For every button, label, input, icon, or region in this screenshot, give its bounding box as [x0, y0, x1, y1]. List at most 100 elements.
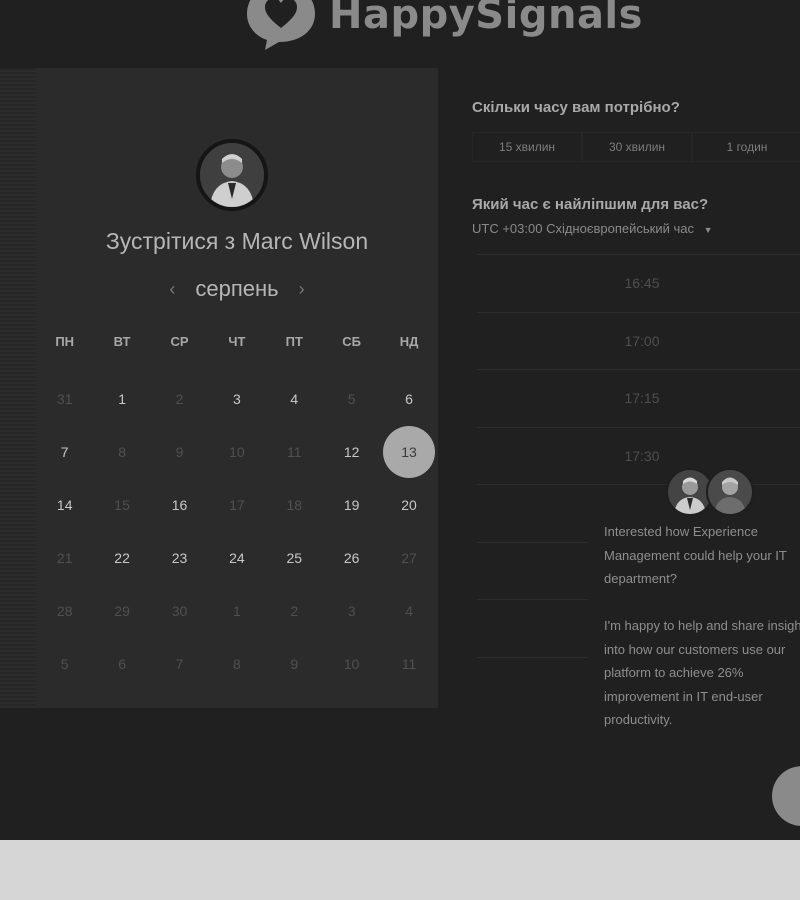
calendar-day: 27 [380, 550, 437, 566]
calendar-day-number: 31 [56, 390, 73, 407]
calendar-day-number: 27 [401, 549, 417, 566]
calendar-day: 1 [208, 603, 265, 619]
calendar-day[interactable]: 7 [36, 444, 93, 460]
weekday-header: ПН ВТ СР ЧТ ПТ СБ НД [36, 334, 438, 349]
weekday-label: ПН [55, 334, 75, 349]
calendar-day-number: 21 [56, 549, 73, 566]
calendar-day-number: 12 [343, 443, 360, 460]
calendar-day-number: 8 [118, 443, 126, 460]
calendar-day: 18 [266, 497, 323, 513]
calendar-day[interactable]: 12 [323, 444, 380, 460]
calendar-day: 9 [151, 444, 208, 460]
calendar-day: 2 [151, 391, 208, 407]
calendar-day: 3 [323, 603, 380, 619]
chat-agents [666, 468, 756, 518]
calendar-week: 31 1 2 3 4 5 6 [36, 372, 438, 425]
calendar-day-number: 2 [290, 602, 299, 619]
calendar-day-number: 6 [118, 655, 126, 672]
calendar-day-selected[interactable]: 13 [380, 425, 437, 478]
time-question: Який час є найліпшим для вас? [472, 196, 709, 213]
calendar-day: 30 [151, 603, 208, 619]
calendar-day-number: 7 [175, 655, 184, 672]
calendar-day-number: 5 [347, 390, 356, 407]
calendar-day-number: 16 [171, 496, 188, 513]
calendar-day-number: 15 [114, 496, 130, 513]
chat-bubble-icon[interactable] [772, 766, 800, 826]
calendar-day-number: 8 [232, 655, 241, 672]
time-slot[interactable]: 16:45 [477, 254, 800, 312]
meeting-title: Зустрітися з Marc Wilson [105, 228, 369, 254]
calendar-day[interactable]: 4 [266, 391, 323, 407]
calendar-day: 6 [93, 656, 150, 672]
calendar-day-number: 3 [232, 390, 241, 407]
calendar-day[interactable]: 22 [93, 550, 150, 566]
calendar-day: 21 [36, 550, 93, 566]
calendar-day-number: 18 [286, 496, 303, 513]
calendar-day: 2 [266, 603, 323, 619]
calendar-day-number: 22 [114, 549, 130, 566]
calendar-day: 10 [323, 656, 380, 672]
month-navigation: ‹ серпень › [36, 276, 438, 302]
calendar-day: 9 [266, 656, 323, 672]
calendar-day[interactable]: 26 [323, 550, 380, 566]
chevron-right-icon[interactable]: › [299, 279, 305, 300]
calendar-day[interactable]: 1 [93, 391, 150, 407]
month-label: серпень [195, 276, 279, 301]
calendar-day-number: 4 [290, 390, 299, 407]
calendar-day: 4 [380, 603, 437, 619]
duration-option[interactable]: 1 годин [692, 132, 800, 162]
speech-heart-icon [245, 0, 317, 50]
calendar-day[interactable]: 19 [323, 497, 380, 513]
calendar-day-number: 28 [56, 602, 73, 619]
calendar-day-number: 7 [60, 443, 69, 460]
calendar-day: 10 [208, 444, 265, 460]
calendar-day-number: 4 [405, 602, 413, 619]
duration-option[interactable]: 30 хвилин [582, 132, 692, 162]
duration-option[interactable]: 15 хвилин [472, 132, 582, 162]
calendar-day[interactable]: 24 [208, 550, 265, 566]
chevron-left-icon[interactable]: ‹ [169, 279, 175, 300]
host-avatar [196, 139, 268, 211]
calendar-day: 31 [36, 391, 93, 407]
calendar-grid: 31 1 2 3 4 5 6 7 8 9 10 11 12 13 14 15 16 17 18 19 20 21 22 23 2… [36, 372, 438, 690]
calendar-day-number: 10 [229, 443, 245, 460]
calendar-day-number: 30 [171, 602, 188, 619]
calendar-day-number: 6 [405, 390, 413, 407]
calendar-day[interactable]: 16 [151, 497, 208, 513]
calendar-day: 5 [36, 656, 93, 672]
calendar-day[interactable]: 14 [36, 497, 93, 513]
weekday-label: НД [399, 334, 419, 349]
time-slot[interactable]: 17:15 [477, 369, 800, 427]
weekday-label: ВТ [113, 334, 131, 349]
agent-avatar [706, 468, 754, 516]
calendar-day[interactable]: 3 [208, 391, 265, 407]
calendar-week: 28 29 30 1 2 3 4 [36, 584, 438, 637]
calendar-week: 14 15 16 17 18 19 20 [36, 478, 438, 531]
timezone-select[interactable]: UTC +03:00 Східноєвропейський час ▼ [472, 221, 713, 236]
chat-message-intro: Interested how Experience Management cou… [604, 524, 787, 586]
calendar-day-number: 2 [175, 390, 184, 407]
calendar-day-number: 5 [60, 655, 69, 672]
calendar-day-number: 10 [343, 655, 360, 672]
time-slot[interactable]: 17:00 [477, 311, 800, 370]
calendar-panel: Зустрітися з Marc Wilson ‹ серпень › ПН … [36, 68, 438, 708]
brand-logo: HappySignals [245, 0, 643, 50]
calendar-day: 7 [151, 656, 208, 672]
calendar-day-number: 13 [383, 425, 436, 478]
calendar-day: 8 [93, 444, 150, 460]
calendar-day-number: 24 [229, 549, 245, 566]
calendar-day[interactable]: 25 [266, 550, 323, 566]
calendar-week: 21 22 23 24 25 26 27 [36, 531, 438, 584]
calendar-day: 15 [93, 497, 150, 513]
calendar-day[interactable]: 6 [380, 391, 437, 407]
calendar-day-number: 11 [286, 443, 302, 460]
calendar-day[interactable]: 23 [151, 550, 208, 566]
timezone-label: UTC +03:00 Східноєвропейський час [472, 221, 694, 236]
calendar-day-number: 19 [343, 496, 360, 513]
calendar-day-number: 3 [347, 602, 356, 619]
calendar-day[interactable]: 20 [380, 497, 437, 513]
calendar-day: 28 [36, 603, 93, 619]
weekday-label: ПТ [285, 334, 303, 349]
calendar-day-number: 17 [229, 496, 245, 513]
calendar-week: 7 8 9 10 11 12 13 [36, 425, 438, 478]
